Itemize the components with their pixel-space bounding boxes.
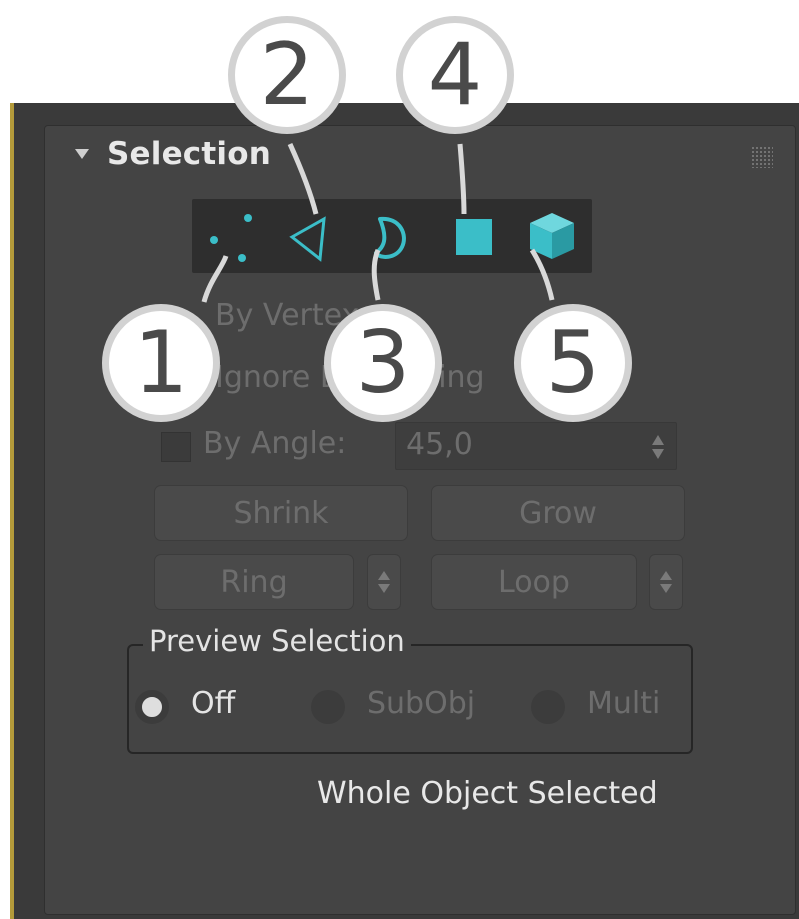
callout-1: 1 xyxy=(102,304,220,422)
collapse-arrow-icon[interactable] xyxy=(75,149,89,159)
preview-off-label: Off xyxy=(191,686,236,721)
edge-icon xyxy=(289,216,326,262)
ring-button[interactable]: Ring xyxy=(154,554,354,610)
by-angle-label: By Angle: xyxy=(203,426,347,461)
callout-3: 3 xyxy=(324,304,442,422)
border-button[interactable] xyxy=(360,207,420,265)
ring-spinner[interactable] xyxy=(367,554,401,610)
polygon-button[interactable] xyxy=(444,207,504,265)
element-icon xyxy=(530,213,574,259)
preview-multi-radio[interactable] xyxy=(531,690,565,724)
selection-status: Whole Object Selected xyxy=(317,776,658,811)
selection-rollout: Selection By Vertex Ignore By Angle: 45,… xyxy=(44,125,796,915)
by-angle-value: 45,0 xyxy=(406,427,473,462)
rollout-header[interactable]: Selection xyxy=(45,126,795,184)
preview-off-radio[interactable] xyxy=(135,690,169,724)
callout-5: 5 xyxy=(514,304,632,422)
command-panel: Selection By Vertex Ignore By Angle: 45,… xyxy=(10,103,799,919)
preview-selection-label: Preview Selection xyxy=(143,624,411,658)
edge-button[interactable] xyxy=(282,207,342,265)
callout-4: 4 xyxy=(396,16,514,134)
vertex-icon xyxy=(210,214,252,262)
grip-icon[interactable] xyxy=(751,146,773,168)
border-icon xyxy=(374,216,406,259)
callout-2: 2 xyxy=(228,16,346,134)
preview-subobj-radio[interactable] xyxy=(311,690,345,724)
subobject-toolbar xyxy=(192,199,592,273)
shrink-button[interactable]: Shrink xyxy=(154,485,408,541)
loop-spinner[interactable] xyxy=(649,554,683,610)
preview-multi-label: Multi xyxy=(587,686,661,721)
rollout-title: Selection xyxy=(107,136,271,172)
preview-subobj-label: SubObj xyxy=(367,686,476,721)
by-angle-spinner[interactable]: 45,0 xyxy=(395,422,677,470)
grow-button[interactable]: Grow xyxy=(431,485,685,541)
polygon-icon xyxy=(456,219,492,255)
vertex-button[interactable] xyxy=(200,207,260,265)
element-button[interactable] xyxy=(522,207,582,265)
spinner-arrows-icon[interactable] xyxy=(652,433,666,461)
loop-button[interactable]: Loop xyxy=(431,554,637,610)
by-angle-checkbox[interactable] xyxy=(161,432,191,462)
